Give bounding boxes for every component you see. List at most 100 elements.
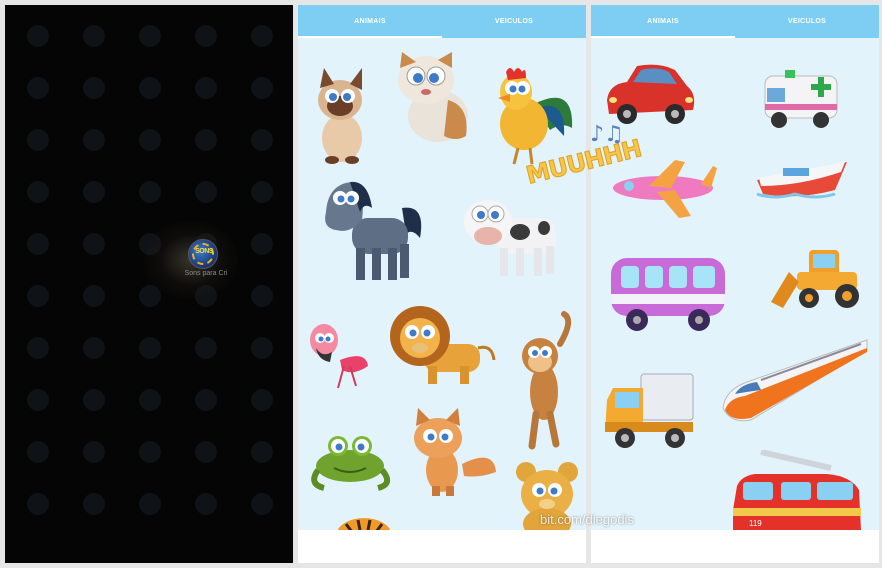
dimmed-app-icon (195, 441, 217, 463)
ambulance-button[interactable] (759, 64, 841, 132)
tab-animais[interactable]: ANIMAIS (591, 5, 735, 38)
screenshot-frame: SONS Sons para Cri ANIMAIS VEICULOS ANIM… (0, 0, 882, 568)
lion-button[interactable] (384, 304, 496, 386)
bulldozer-icon (771, 250, 859, 308)
flamingo-icon (310, 324, 368, 389)
cow-icon (464, 200, 556, 276)
dimmed-app-icon (195, 389, 217, 411)
bus-icon (611, 258, 725, 331)
dimmed-app-icon (83, 77, 105, 99)
dimmed-app-icon (251, 389, 273, 411)
tab-bar: ANIMAIS VEICULOS (298, 5, 586, 38)
svg-text:119: 119 (749, 519, 762, 528)
cat-siamese-icon (318, 68, 362, 164)
dimmed-app-icon (139, 129, 161, 151)
cat-tabby-button[interactable] (388, 50, 476, 146)
cow-button[interactable] (458, 188, 562, 280)
dimmed-app-icon (139, 337, 161, 359)
music-notes-icon: ♪♫ (590, 122, 624, 147)
horse-icon (325, 181, 422, 280)
monkey-icon (522, 311, 572, 450)
dimmed-app-icon (83, 389, 105, 411)
airplane-icon (613, 160, 717, 218)
dimmed-app-icon (139, 181, 161, 203)
dimmed-app-icon (83, 233, 105, 255)
dimmed-app-icon (251, 337, 273, 359)
vehicles-grid: 119 (591, 38, 879, 530)
dimmed-app-icon (83, 181, 105, 203)
dimmed-app-icon (139, 441, 161, 463)
dimmed-app-icon (195, 337, 217, 359)
bottom-empty-area (591, 530, 879, 563)
bus-button[interactable] (607, 252, 729, 334)
dimmed-app-icon (83, 129, 105, 151)
app-label: Sons para Cri (184, 270, 228, 277)
horse-button[interactable] (316, 178, 428, 284)
dimmed-app-icon (83, 493, 105, 515)
dimmed-app-icon (27, 77, 49, 99)
frog-button[interactable] (308, 430, 394, 492)
dimmed-app-icon (27, 493, 49, 515)
airplane-button[interactable] (609, 158, 719, 222)
truck-button[interactable] (601, 370, 695, 454)
animals-grid (298, 38, 586, 534)
dimmed-app-icon (27, 441, 49, 463)
dimmed-app-icon (139, 25, 161, 47)
launcher-screen: SONS Sons para Cri (5, 5, 293, 563)
app-icon[interactable]: SONS (188, 239, 218, 269)
dimmed-app-icon (195, 493, 217, 515)
dimmed-app-icon (195, 25, 217, 47)
dimmed-app-icon (27, 233, 49, 255)
tab-bar: ANIMAIS VEICULOS (591, 5, 879, 38)
flamingo-button[interactable] (304, 322, 372, 390)
lion-icon (390, 306, 496, 384)
tab-veiculos[interactable]: VEICULOS (735, 5, 879, 38)
dimmed-app-icon (251, 25, 273, 47)
fox-button[interactable] (402, 408, 498, 498)
train-button[interactable] (721, 338, 869, 426)
dimmed-app-icon (83, 25, 105, 47)
dimmed-app-icon (27, 181, 49, 203)
ambulance-icon (764, 70, 838, 128)
dimmed-app-icon (83, 285, 105, 307)
cat-tabby-icon (398, 52, 468, 142)
dimmed-app-icon (195, 181, 217, 203)
dimmed-app-icon (27, 129, 49, 151)
monkey-button[interactable] (510, 310, 578, 450)
boat-button[interactable] (755, 156, 849, 200)
dimmed-app-icon (251, 129, 273, 151)
dimmed-app-icon (27, 389, 49, 411)
dimmed-app-icon (83, 441, 105, 463)
truck-icon (605, 373, 694, 448)
dimmed-app-icon (251, 181, 273, 203)
animals-screen: ANIMAIS VEICULOS (298, 5, 586, 563)
dimmed-app-icon (251, 233, 273, 255)
dimmed-app-icon (27, 25, 49, 47)
dimmed-app-icon (251, 441, 273, 463)
boat-icon (756, 162, 847, 199)
dimmed-app-icon (139, 77, 161, 99)
dimmed-app-icon (27, 285, 49, 307)
dimmed-app-icon (27, 337, 49, 359)
bulldozer-button[interactable] (769, 242, 863, 312)
app-icon-text: SONS (195, 248, 213, 255)
dimmed-app-icon (139, 389, 161, 411)
dimmed-app-icon (251, 285, 273, 307)
dimmed-app-icon (195, 129, 217, 151)
cat-siamese-button[interactable] (310, 66, 372, 166)
tab-animais[interactable]: ANIMAIS (298, 5, 442, 38)
dimmed-app-icon (139, 493, 161, 515)
home-icons-dimmed (5, 5, 293, 563)
fire-truck-button[interactable]: 119 (731, 450, 863, 530)
tab-veiculos[interactable]: VEICULOS (442, 5, 586, 38)
dimmed-app-icon (251, 77, 273, 99)
dimmed-app-icon (83, 337, 105, 359)
vehicles-screen: ANIMAIS VEICULOS 119 (591, 5, 879, 563)
watermark-text: bit.com/diegodis (540, 512, 634, 527)
fox-icon (414, 408, 496, 496)
frog-icon (311, 436, 391, 491)
dimmed-app-icon (251, 493, 273, 515)
dimmed-app-icon (195, 77, 217, 99)
fire-truck-icon: 119 (733, 450, 861, 530)
bottom-empty-area (298, 530, 586, 563)
